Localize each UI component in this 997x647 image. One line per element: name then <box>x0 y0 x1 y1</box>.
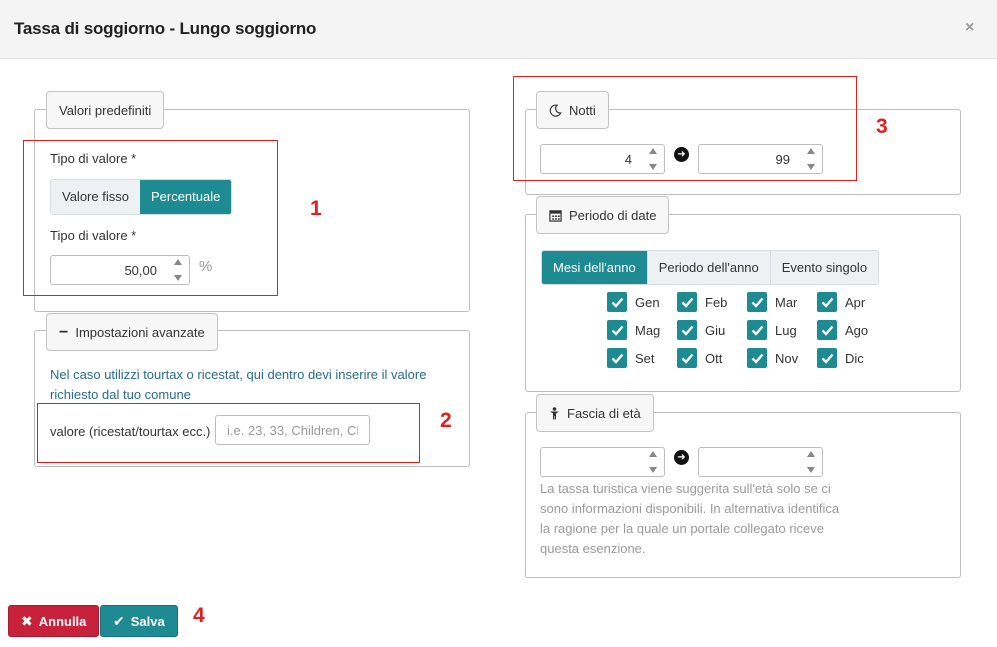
arrow-right-circle-icon: ➜ <box>674 450 689 465</box>
checkbox-checked-icon[interactable] <box>607 292 627 312</box>
child-icon <box>549 406 560 420</box>
annotation-box-1 <box>23 140 278 296</box>
checkbox-checked-icon[interactable] <box>747 292 767 312</box>
checkbox-checked-icon[interactable] <box>677 292 697 312</box>
annotation-marker-2: 2 <box>440 409 452 432</box>
checkbox-checked-icon[interactable] <box>817 320 837 340</box>
tab-period-of-year[interactable]: Periodo dell'anno <box>646 251 770 284</box>
month-nov[interactable]: Nov <box>747 348 815 368</box>
tab-months-of-year[interactable]: Mesi dell'anno <box>542 251 647 284</box>
annotation-marker-1: 1 <box>310 197 322 220</box>
month-mar[interactable]: Mar <box>747 292 815 312</box>
month-oct[interactable]: Ott <box>677 348 745 368</box>
months-grid: Gen Feb Mar Apr Mag Giu Lug Ago Set Ott … <box>607 292 887 368</box>
annotation-box-3 <box>513 76 857 181</box>
checkbox-checked-icon[interactable] <box>817 348 837 368</box>
month-may[interactable]: Mag <box>607 320 675 340</box>
checkbox-checked-icon[interactable] <box>747 348 767 368</box>
tab-single-event[interactable]: Evento singolo <box>769 251 878 284</box>
cancel-button[interactable]: ✖ Annulla <box>8 605 100 637</box>
predefined-values-legend: Valori predefiniti <box>46 91 165 129</box>
month-feb[interactable]: Feb <box>677 292 745 312</box>
collapse-icon: − <box>59 323 69 341</box>
calendar-icon <box>549 209 562 222</box>
checkbox-checked-icon[interactable] <box>817 292 837 312</box>
month-jan[interactable]: Gen <box>607 292 675 312</box>
month-jun[interactable]: Giu <box>677 320 745 340</box>
age-help-text: La tassa turistica viene suggerita sull'… <box>540 481 840 556</box>
period-type-tabs: Mesi dell'anno Periodo dell'anno Evento … <box>541 250 880 285</box>
check-icon: ✔ <box>113 612 125 629</box>
checkbox-checked-icon[interactable] <box>677 320 697 340</box>
month-apr[interactable]: Apr <box>817 292 885 312</box>
close-icon[interactable]: × <box>965 19 974 37</box>
advanced-info-text: Nel caso utilizzi tourtax o ricestat, qu… <box>50 367 427 402</box>
date-period-legend: Periodo di date <box>536 196 670 234</box>
age-to-input[interactable] <box>698 447 823 477</box>
checkbox-checked-icon[interactable] <box>677 348 697 368</box>
annotation-marker-3: 3 <box>876 115 888 138</box>
age-from-stepper[interactable] <box>647 451 659 473</box>
save-button[interactable]: ✔ Salva <box>100 605 178 637</box>
checkbox-checked-icon[interactable] <box>607 348 627 368</box>
modal-title: Tassa di soggiorno - Lungo soggiorno <box>14 19 317 38</box>
age-range-legend: Fascia di età <box>536 394 654 432</box>
age-to-stepper[interactable] <box>805 451 817 473</box>
month-aug[interactable]: Ago <box>817 320 885 340</box>
annotation-box-2 <box>37 403 420 463</box>
checkbox-checked-icon[interactable] <box>747 320 767 340</box>
month-dec[interactable]: Dic <box>817 348 885 368</box>
annotation-marker-4: 4 <box>193 604 205 627</box>
close-icon: ✖ <box>21 612 33 629</box>
month-sep[interactable]: Set <box>607 348 675 368</box>
checkbox-checked-icon[interactable] <box>607 320 627 340</box>
advanced-settings-legend[interactable]: − Impostazioni avanzate <box>46 313 218 351</box>
age-from-input[interactable] <box>540 447 665 477</box>
month-jul[interactable]: Lug <box>747 320 815 340</box>
